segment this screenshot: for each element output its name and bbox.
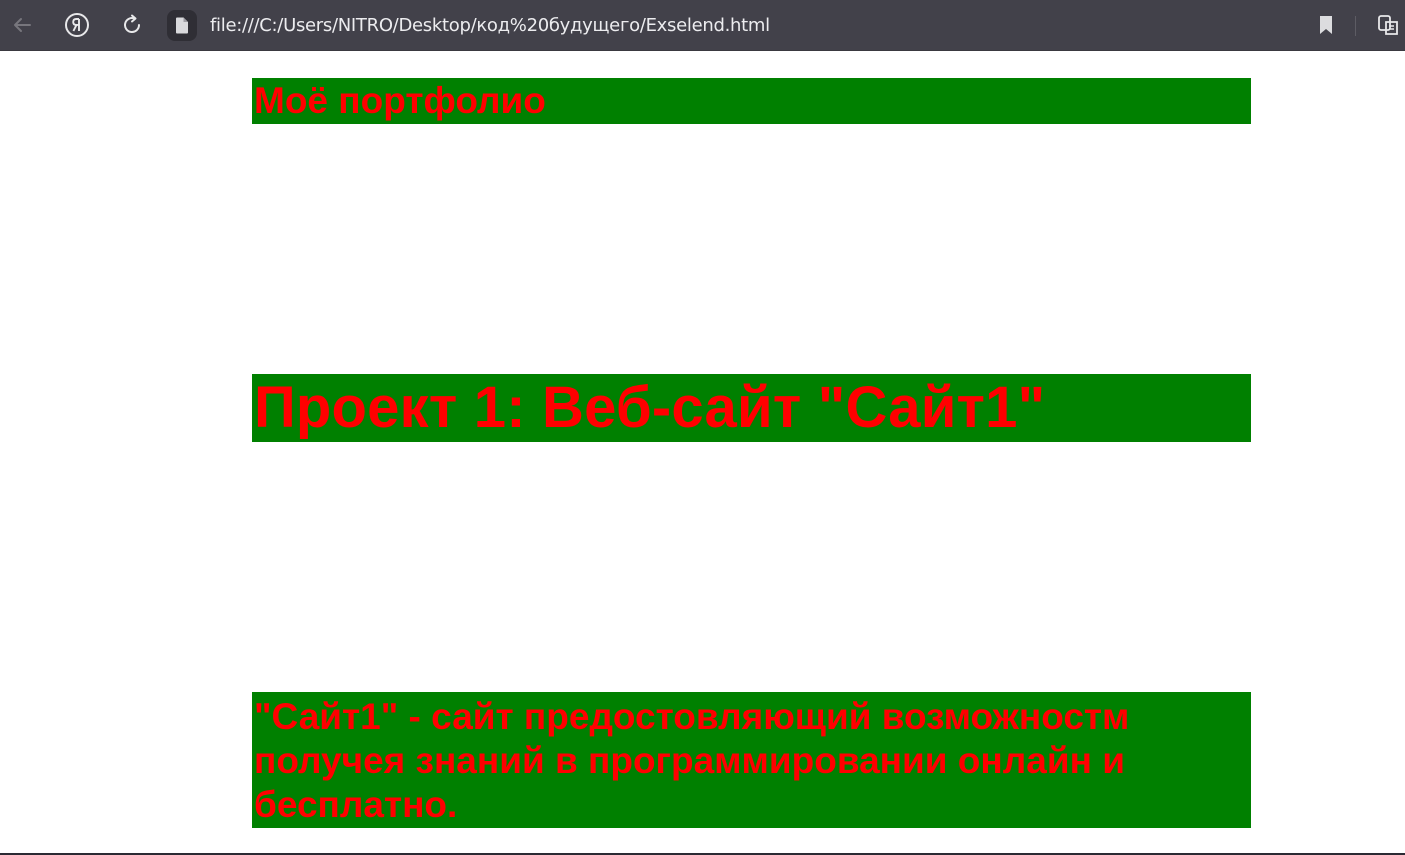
project-description: "Сайт1" - сайт предостовляющий возможнос… <box>252 692 1251 828</box>
yandex-button[interactable] <box>60 8 94 42</box>
page-content: Моё портфолио Проект 1: Веб-сайт "Сайт1"… <box>0 51 1405 853</box>
extension-button[interactable] <box>1373 8 1405 42</box>
page-info-button[interactable] <box>167 10 197 41</box>
portfolio-heading: Моё портфолио <box>252 78 1251 124</box>
file-icon <box>176 17 188 34</box>
toolbar-divider <box>1355 16 1356 36</box>
address-bar[interactable]: file:///C:/Users/NITRO/Desktop/код%20буд… <box>210 14 770 38</box>
reload-icon <box>124 14 141 34</box>
reload-button[interactable] <box>115 8 149 42</box>
bookmark-icon <box>1320 16 1332 34</box>
yandex-logo-icon <box>65 13 89 37</box>
extension-icon <box>1378 15 1398 35</box>
bookmark-button[interactable] <box>1309 8 1343 42</box>
back-button[interactable] <box>5 8 39 42</box>
back-arrow-icon <box>14 18 31 32</box>
browser-toolbar: file:///C:/Users/NITRO/Desktop/код%20буд… <box>0 0 1405 51</box>
project-title: Проект 1: Веб-сайт "Сайт1" <box>252 374 1251 442</box>
